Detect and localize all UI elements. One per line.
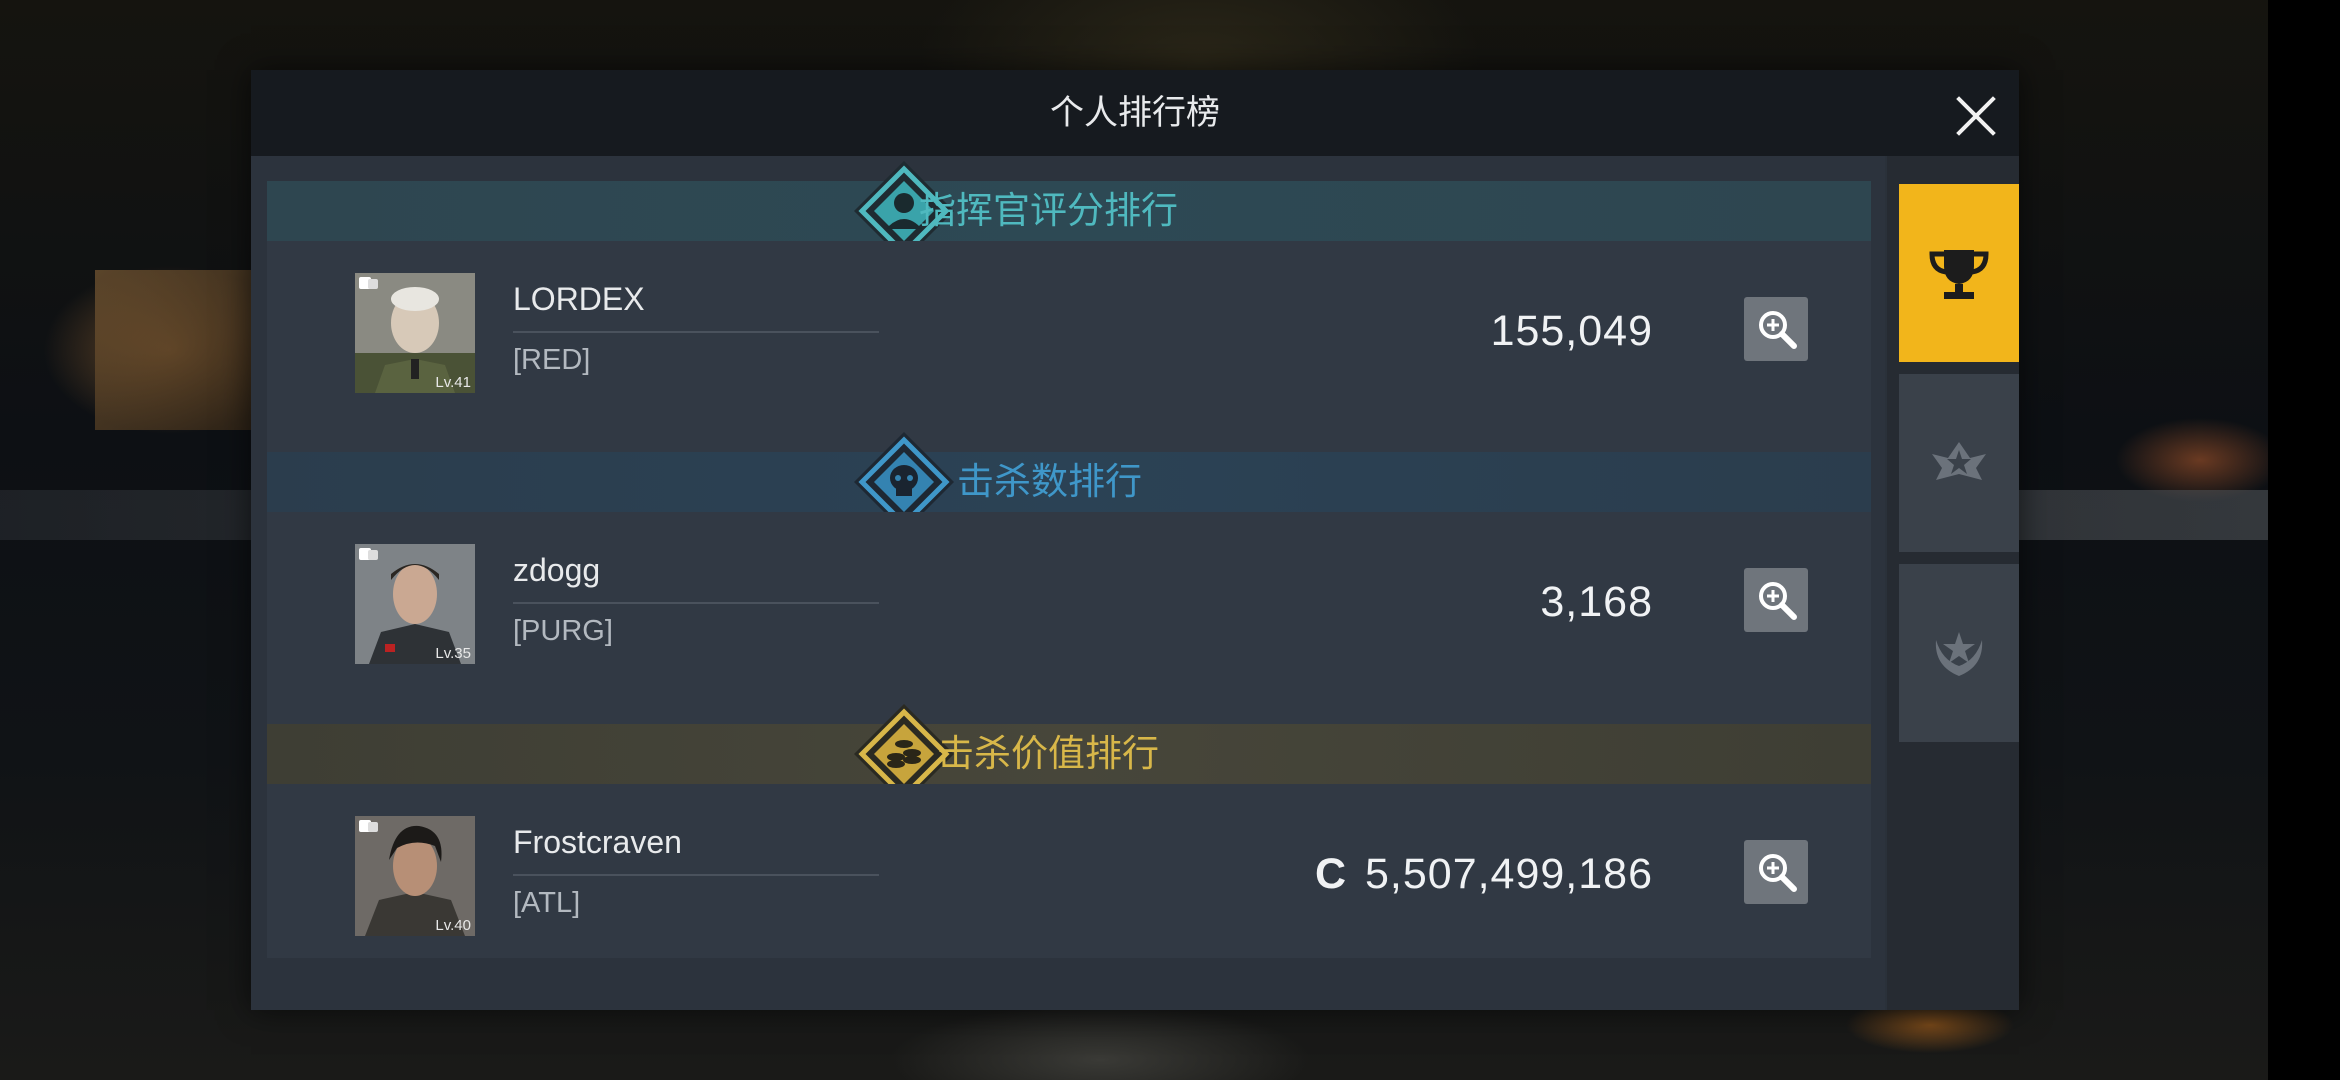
tag-icon <box>359 277 378 289</box>
score-value: C 5,507,499,186 <box>1315 850 1653 899</box>
avatar[interactable]: Lv.40 <box>355 816 475 936</box>
close-button[interactable] <box>1948 88 2004 144</box>
tab-laurel-ranking[interactable] <box>1899 564 2019 742</box>
ranking-row: Lv.35 zdogg [PURG] 3,168 <box>267 512 1871 724</box>
zoom-in-icon <box>1759 854 1797 892</box>
player-name: zdogg <box>513 552 601 588</box>
section-title: 击杀价值排行 <box>937 732 1159 775</box>
section-title: 指挥官评分排行 <box>919 189 1178 232</box>
view-details-button[interactable] <box>1744 840 1808 904</box>
view-details-button[interactable] <box>1744 568 1808 632</box>
tag-icon <box>359 548 378 560</box>
level-label: Lv.41 <box>435 374 471 391</box>
score-number: 5,507,499,186 <box>1365 850 1653 898</box>
currency-icon: C <box>1314 850 1347 898</box>
tab-star-ranking[interactable] <box>1899 374 2019 552</box>
background-billboard <box>95 270 255 430</box>
laurel-emblem-icon <box>1935 632 1983 676</box>
guild-tag: [PURG] <box>513 615 613 647</box>
divider <box>513 331 879 333</box>
score-value: 155,049 <box>1491 307 1653 356</box>
score-value: 3,168 <box>1540 578 1653 627</box>
divider <box>513 874 879 876</box>
score-number: 3,168 <box>1540 578 1653 626</box>
page-title: 个人排行榜 <box>1050 93 1220 133</box>
screen-edge <box>2268 0 2340 1080</box>
divider <box>513 602 879 604</box>
guild-tag: [ATL] <box>513 887 581 919</box>
zoom-in-icon <box>1759 311 1797 349</box>
star-emblem-icon <box>1932 442 1986 480</box>
avatar[interactable]: Lv.41 <box>355 273 475 393</box>
ranking-row: Lv.40 Frostcraven [ATL] C 5,507,499,186 <box>267 784 1871 958</box>
level-label: Lv.40 <box>435 917 471 934</box>
score-number: 155,049 <box>1490 307 1653 355</box>
player-name: Frostcraven <box>513 824 682 860</box>
category-sidebar <box>1887 156 2019 1010</box>
trophy-icon <box>1929 250 1989 299</box>
view-details-button[interactable] <box>1744 297 1808 361</box>
section-title: 击杀数排行 <box>957 460 1142 503</box>
ranking-list: 指挥官评分排行 Lv.41 LORDEX [RED] 155,049 击杀数排行… <box>251 156 1885 1010</box>
avatar[interactable]: Lv.35 <box>355 544 475 664</box>
zoom-in-icon <box>1759 582 1797 620</box>
level-label: Lv.35 <box>435 645 471 662</box>
tag-icon <box>359 820 378 832</box>
tab-personal-ranking[interactable] <box>1899 184 2019 362</box>
leaderboard-panel: 个人排行榜 指挥官评分排行 Lv.41 LORDEX [RED] 155,049… <box>251 70 2019 1010</box>
player-name: LORDEX <box>513 281 645 317</box>
guild-tag: [RED] <box>513 344 591 376</box>
ranking-row: Lv.41 LORDEX [RED] 155,049 <box>267 241 1871 453</box>
panel-header: 个人排行榜 <box>251 70 2019 156</box>
